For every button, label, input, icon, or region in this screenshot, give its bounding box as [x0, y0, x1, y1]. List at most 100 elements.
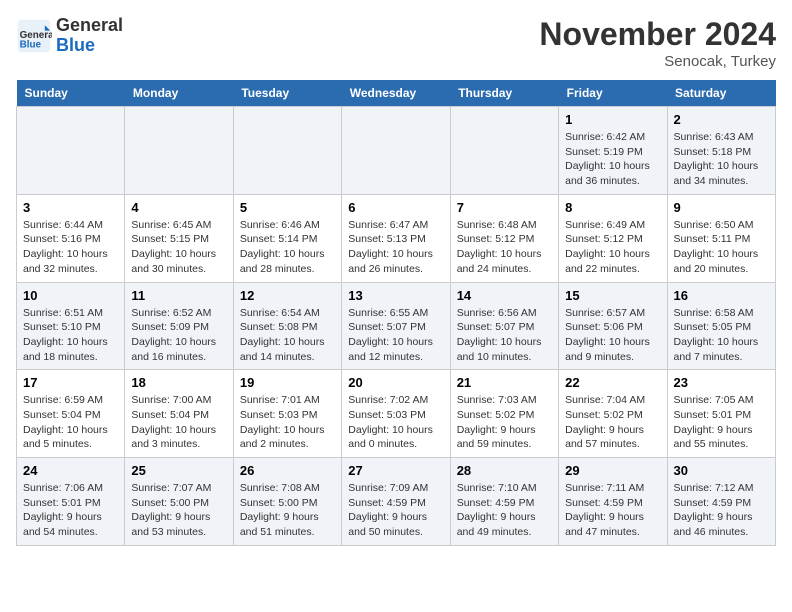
day-number: 1 [565, 112, 660, 127]
calendar-cell: 14Sunrise: 6:56 AMSunset: 5:07 PMDayligh… [450, 282, 558, 370]
day-number: 22 [565, 375, 660, 390]
day-info: Sunrise: 7:11 AMSunset: 4:59 PMDaylight:… [565, 481, 660, 540]
weekday-header-saturday: Saturday [667, 80, 775, 107]
day-info: Sunrise: 7:09 AMSunset: 4:59 PMDaylight:… [348, 481, 443, 540]
day-info: Sunrise: 7:03 AMSunset: 5:02 PMDaylight:… [457, 393, 552, 452]
day-number: 7 [457, 200, 552, 215]
day-number: 4 [131, 200, 226, 215]
day-number: 10 [23, 288, 118, 303]
day-number: 8 [565, 200, 660, 215]
calendar-cell: 15 Sunrise: 6:57 AMSunset: 5:06 PMDayligh… [559, 282, 667, 370]
day-number: 30 [674, 463, 769, 478]
day-info: Sunrise: 6:48 AMSunset: 5:12 PMDaylight:… [457, 218, 552, 277]
logo-general: General [56, 16, 123, 36]
day-info: Sunrise: 6:50 AMSunset: 5:11 PMDaylight:… [674, 218, 769, 277]
logo-icon: General Blue [16, 18, 52, 54]
day-info: Sunrise: 6:55 AMSunset: 5:07 PMDaylight:… [348, 306, 443, 365]
weekday-header-friday: Friday [559, 80, 667, 107]
svg-text:Blue: Blue [20, 39, 42, 50]
calendar-cell: 22 Sunrise: 7:04 AMSunset: 5:02 PMDayligh… [559, 370, 667, 458]
day-info: Sunrise: 6:52 AMSunset: 5:09 PMDaylight:… [131, 306, 226, 365]
page-header: General Blue General Blue November 2024 … [16, 16, 776, 70]
day-number: 6 [348, 200, 443, 215]
day-number: 18 [131, 375, 226, 390]
calendar-cell: 29Sunrise: 7:11 AMSunset: 4:59 PMDayligh… [559, 458, 667, 546]
day-number: 15 [565, 288, 660, 303]
day-number: 23 [674, 375, 769, 390]
calendar-cell [17, 107, 125, 195]
day-info: Sunrise: 6:59 AMSunset: 5:04 PMDaylight:… [23, 393, 118, 452]
logo: General Blue General Blue [16, 16, 123, 56]
calendar-cell: 20Sunrise: 7:02 AMSunset: 5:03 PMDayligh… [342, 370, 450, 458]
week-row-2: 3 Sunrise: 6:44 AMSunset: 5:16 PMDaylight… [17, 194, 776, 282]
day-number: 5 [240, 200, 335, 215]
weekday-header-monday: Monday [125, 80, 233, 107]
calendar-cell: 30 Sunrise: 7:12 AMSunset: 4:59 PMDayligh… [667, 458, 775, 546]
day-info: Sunrise: 7:07 AMSunset: 5:00 PMDaylight:… [131, 481, 226, 540]
day-number: 14 [457, 288, 552, 303]
calendar-header: SundayMondayTuesdayWednesdayThursdayFrid… [17, 80, 776, 107]
day-info: Sunrise: 6:45 AMSunset: 5:15 PMDaylight:… [131, 218, 226, 277]
calendar-cell: 5 Sunrise: 6:46 AMSunset: 5:14 PMDaylight… [233, 194, 341, 282]
day-number: 17 [23, 375, 118, 390]
calendar-cell: 4 Sunrise: 6:45 AMSunset: 5:15 PMDaylight… [125, 194, 233, 282]
page-title: November 2024 [539, 16, 776, 53]
calendar-cell: 9 Sunrise: 6:50 AMSunset: 5:11 PMDaylight… [667, 194, 775, 282]
day-info: Sunrise: 7:06 AMSunset: 5:01 PMDaylight:… [23, 481, 118, 540]
calendar-cell: 17 Sunrise: 6:59 AMSunset: 5:04 PMDayligh… [17, 370, 125, 458]
day-info: Sunrise: 6:51 AMSunset: 5:10 PMDaylight:… [23, 306, 118, 365]
day-number: 19 [240, 375, 335, 390]
weekday-header-tuesday: Tuesday [233, 80, 341, 107]
week-row-5: 24 Sunrise: 7:06 AMSunset: 5:01 PMDayligh… [17, 458, 776, 546]
calendar-cell: 11 Sunrise: 6:52 AMSunset: 5:09 PMDayligh… [125, 282, 233, 370]
calendar-cell: 2 Sunrise: 6:43 AMSunset: 5:18 PMDaylight… [667, 107, 775, 195]
day-number: 26 [240, 463, 335, 478]
calendar-cell [342, 107, 450, 195]
calendar-cell: 26 Sunrise: 7:08 AMSunset: 5:00 PMDayligh… [233, 458, 341, 546]
day-number: 9 [674, 200, 769, 215]
title-block: November 2024 Senocak, Turkey [539, 16, 776, 70]
day-info: Sunrise: 6:47 AMSunset: 5:13 PMDaylight:… [348, 218, 443, 277]
day-number: 16 [674, 288, 769, 303]
day-info: Sunrise: 6:58 AMSunset: 5:05 PMDaylight:… [674, 306, 769, 365]
day-info: Sunrise: 7:12 AMSunset: 4:59 PMDaylight:… [674, 481, 769, 540]
day-info: Sunrise: 6:57 AMSunset: 5:06 PMDaylight:… [565, 306, 660, 365]
logo-blue: Blue [56, 36, 123, 56]
day-number: 24 [23, 463, 118, 478]
calendar-cell [450, 107, 558, 195]
day-info: Sunrise: 6:43 AMSunset: 5:18 PMDaylight:… [674, 130, 769, 189]
weekday-header-sunday: Sunday [17, 80, 125, 107]
weekday-header-thursday: Thursday [450, 80, 558, 107]
calendar-cell: 27Sunrise: 7:09 AMSunset: 4:59 PMDayligh… [342, 458, 450, 546]
calendar-cell: 10 Sunrise: 6:51 AMSunset: 5:10 PMDayligh… [17, 282, 125, 370]
day-info: Sunrise: 6:46 AMSunset: 5:14 PMDaylight:… [240, 218, 335, 277]
week-row-1: 1 Sunrise: 6:42 AMSunset: 5:19 PMDaylight… [17, 107, 776, 195]
calendar-cell: 21Sunrise: 7:03 AMSunset: 5:02 PMDayligh… [450, 370, 558, 458]
week-row-4: 17 Sunrise: 6:59 AMSunset: 5:04 PMDayligh… [17, 370, 776, 458]
day-info: Sunrise: 7:08 AMSunset: 5:00 PMDaylight:… [240, 481, 335, 540]
day-info: Sunrise: 6:54 AMSunset: 5:08 PMDaylight:… [240, 306, 335, 365]
day-info: Sunrise: 6:44 AMSunset: 5:16 PMDaylight:… [23, 218, 118, 277]
calendar-cell: 18 Sunrise: 7:00 AMSunset: 5:04 PMDayligh… [125, 370, 233, 458]
day-info: Sunrise: 7:04 AMSunset: 5:02 PMDaylight:… [565, 393, 660, 452]
day-info: Sunrise: 7:02 AMSunset: 5:03 PMDaylight:… [348, 393, 443, 452]
day-info: Sunrise: 6:49 AMSunset: 5:12 PMDaylight:… [565, 218, 660, 277]
day-number: 13 [348, 288, 443, 303]
day-info: Sunrise: 6:42 AMSunset: 5:19 PMDaylight:… [565, 130, 660, 189]
day-info: Sunrise: 7:01 AMSunset: 5:03 PMDaylight:… [240, 393, 335, 452]
day-info: Sunrise: 7:10 AMSunset: 4:59 PMDaylight:… [457, 481, 552, 540]
calendar-cell: 28 Sunrise: 7:10 AMSunset: 4:59 PMDayligh… [450, 458, 558, 546]
calendar-cell: 6 Sunrise: 6:47 AMSunset: 5:13 PMDaylight… [342, 194, 450, 282]
day-number: 28 [457, 463, 552, 478]
day-number: 11 [131, 288, 226, 303]
day-number: 2 [674, 112, 769, 127]
calendar-cell [125, 107, 233, 195]
day-info: Sunrise: 7:00 AMSunset: 5:04 PMDaylight:… [131, 393, 226, 452]
day-number: 12 [240, 288, 335, 303]
day-number: 3 [23, 200, 118, 215]
calendar-body: 1 Sunrise: 6:42 AMSunset: 5:19 PMDaylight… [17, 107, 776, 546]
week-row-3: 10 Sunrise: 6:51 AMSunset: 5:10 PMDayligh… [17, 282, 776, 370]
weekday-header-wednesday: Wednesday [342, 80, 450, 107]
calendar-table: SundayMondayTuesdayWednesdayThursdayFrid… [16, 80, 776, 546]
page-subtitle: Senocak, Turkey [539, 53, 776, 70]
